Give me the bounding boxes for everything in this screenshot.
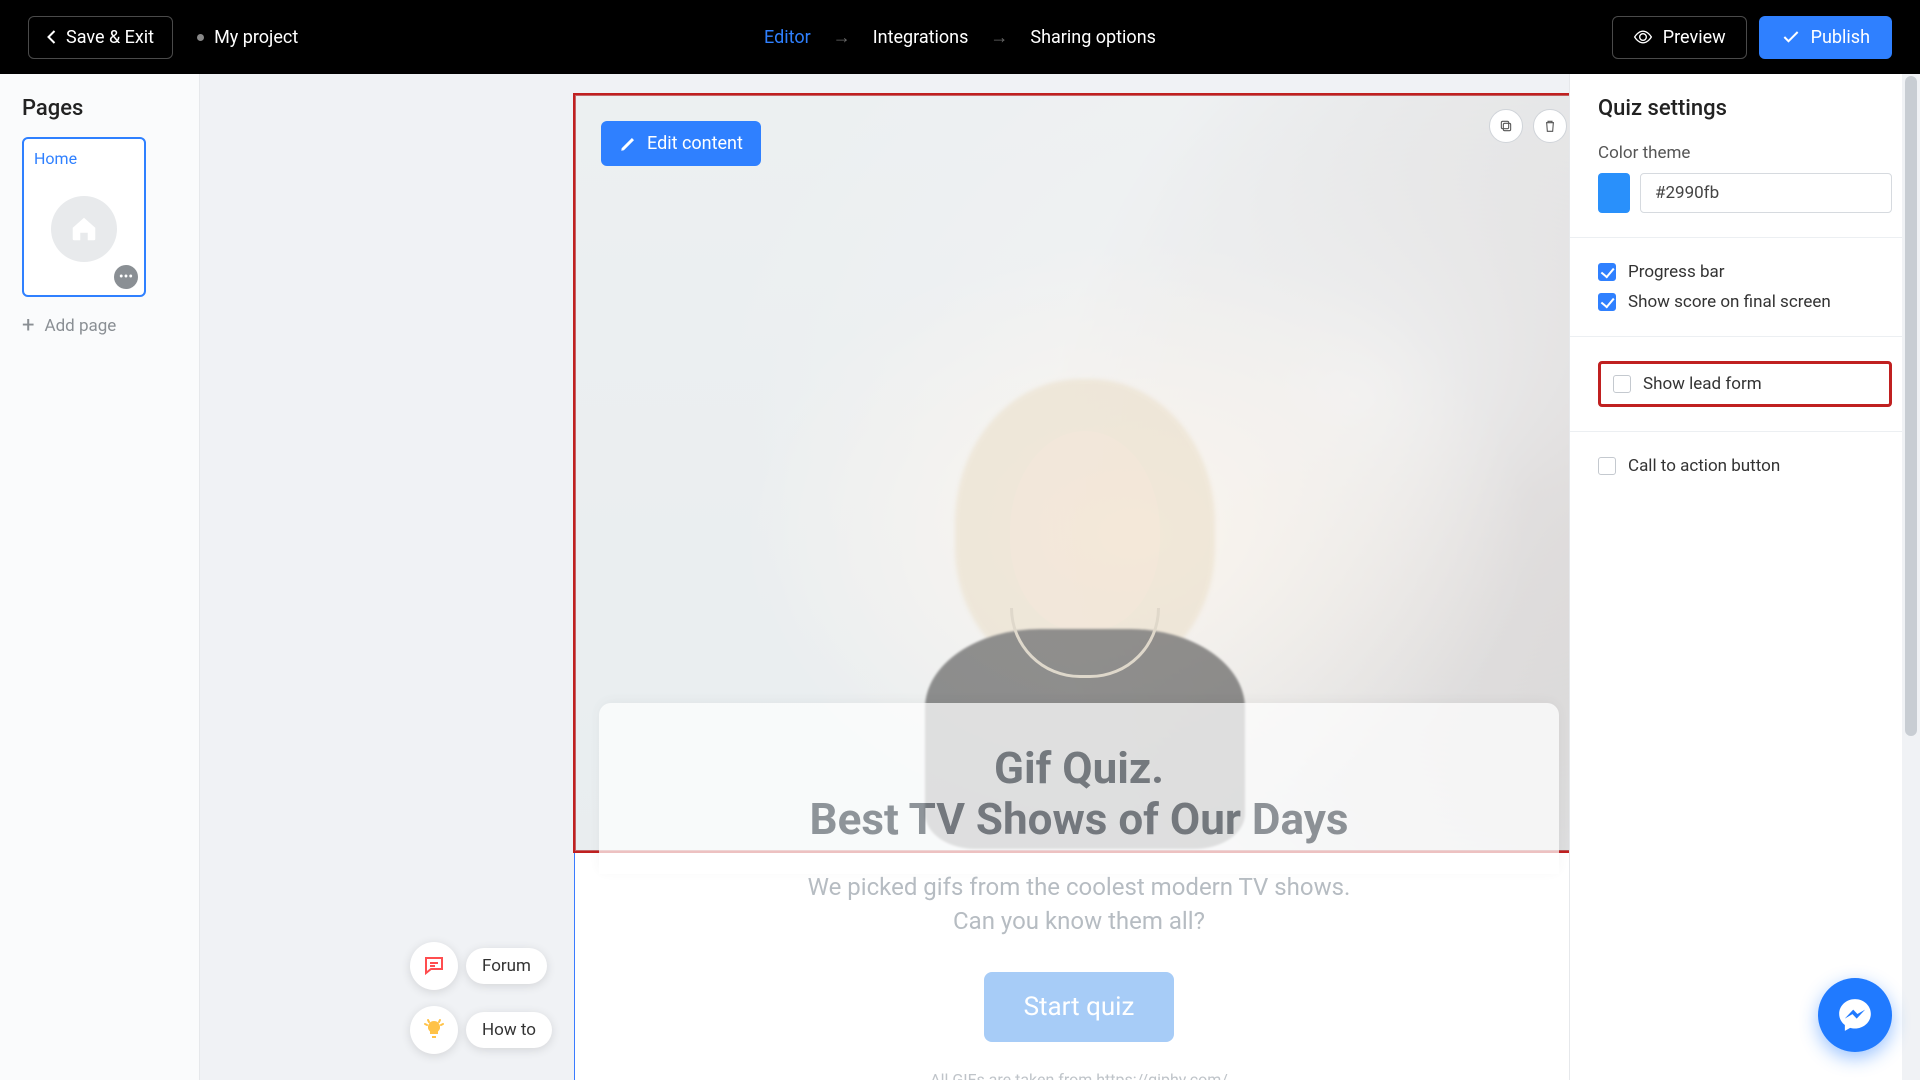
save-exit-button[interactable]: Save & Exit xyxy=(28,16,173,59)
trash-icon xyxy=(1542,118,1558,134)
checkbox-checked-icon xyxy=(1598,293,1616,311)
howto-button[interactable] xyxy=(410,1006,458,1054)
quiz-title: Gif Quiz. Best TV Shows of Our Days xyxy=(639,743,1519,844)
save-exit-label: Save & Exit xyxy=(66,27,154,48)
lightbulb-icon xyxy=(422,1018,446,1042)
project-name[interactable]: My project xyxy=(197,27,298,48)
page-thumb-home[interactable]: Home ••• xyxy=(22,137,146,297)
chat-icon xyxy=(422,954,446,978)
quiz-title-card: Gif Quiz. Best TV Shows of Our Days xyxy=(599,703,1559,874)
forum-label[interactable]: Forum xyxy=(466,948,547,984)
messenger-icon xyxy=(1836,996,1874,1034)
pages-panel: Pages Home ••• + Add page xyxy=(0,74,200,1080)
page-thumb-label: Home xyxy=(34,149,134,168)
checkbox-unchecked-icon xyxy=(1598,457,1616,475)
page-more-button[interactable]: ••• xyxy=(114,265,138,289)
preview-button[interactable]: Preview xyxy=(1612,16,1747,59)
top-bar: Save & Exit My project Editor → Integrat… xyxy=(0,0,1920,74)
canvas[interactable]: Edit content Gif Quiz. Best TV Shows of … xyxy=(200,74,1569,1080)
breadcrumb: Editor → Integrations → Sharing options xyxy=(764,27,1156,48)
color-swatch[interactable] xyxy=(1598,173,1630,213)
publish-button[interactable]: Publish xyxy=(1759,16,1892,59)
quiz-subtitle: We picked gifs from the coolest modern T… xyxy=(599,871,1559,938)
selected-block[interactable]: Edit content Gif Quiz. Best TV Shows of … xyxy=(575,95,1569,851)
color-theme-label: Color theme xyxy=(1598,143,1892,163)
show-lead-form-highlight: Show lead form xyxy=(1598,361,1892,407)
chevron-right-icon: → xyxy=(833,27,851,48)
forum-button[interactable] xyxy=(410,942,458,990)
progress-bar-checkbox[interactable]: Progress bar xyxy=(1598,262,1892,282)
page-frame[interactable]: Edit content Gif Quiz. Best TV Shows of … xyxy=(574,94,1569,1080)
checkbox-checked-icon xyxy=(1598,263,1616,281)
checkbox-unchecked-icon xyxy=(1613,375,1631,393)
eye-icon xyxy=(1633,27,1653,47)
start-quiz-button[interactable]: Start quiz xyxy=(984,972,1175,1042)
quiz-intro: We picked gifs from the coolest modern T… xyxy=(599,871,1559,1080)
cta-button-checkbox[interactable]: Call to action button xyxy=(1598,456,1892,476)
quiz-credits: All GIFs are taken from https://giphy.co… xyxy=(599,1070,1559,1080)
show-score-checkbox[interactable]: Show score on final screen xyxy=(1598,292,1892,312)
check-icon xyxy=(1781,27,1801,47)
show-lead-form-label: Show lead form xyxy=(1643,374,1762,394)
add-page-button[interactable]: + Add page xyxy=(22,315,177,337)
plus-icon: + xyxy=(22,315,34,337)
show-score-label: Show score on final screen xyxy=(1628,292,1831,312)
home-icon xyxy=(51,196,117,262)
chevron-right-icon: → xyxy=(990,27,1008,48)
copy-icon xyxy=(1498,118,1514,134)
pencil-icon xyxy=(619,135,637,153)
messenger-button[interactable] xyxy=(1818,978,1892,1052)
delete-block-button[interactable] xyxy=(1533,109,1567,143)
add-page-label: Add page xyxy=(44,316,116,336)
color-hex-input[interactable] xyxy=(1640,173,1892,213)
duplicate-block-button[interactable] xyxy=(1489,109,1523,143)
tab-editor[interactable]: Editor xyxy=(764,27,811,48)
edit-content-button[interactable]: Edit content xyxy=(601,121,761,166)
howto-label[interactable]: How to xyxy=(466,1012,552,1048)
vertical-scrollbar[interactable] xyxy=(1902,74,1920,1080)
edit-content-label: Edit content xyxy=(647,133,743,154)
tab-integrations[interactable]: Integrations xyxy=(873,27,969,48)
cta-button-label: Call to action button xyxy=(1628,456,1780,476)
project-name-label: My project xyxy=(214,27,298,48)
progress-bar-label: Progress bar xyxy=(1628,262,1725,282)
show-lead-form-checkbox[interactable]: Show lead form xyxy=(1613,374,1877,394)
unsaved-dot-icon xyxy=(197,34,204,41)
settings-title: Quiz settings xyxy=(1598,96,1892,121)
preview-label: Preview xyxy=(1663,27,1726,48)
publish-label: Publish xyxy=(1811,27,1870,48)
settings-panel: Quiz settings Color theme Progress bar S… xyxy=(1569,74,1920,1080)
tab-sharing[interactable]: Sharing options xyxy=(1030,27,1156,48)
pages-title: Pages xyxy=(22,96,177,121)
chevron-left-icon xyxy=(47,30,56,44)
